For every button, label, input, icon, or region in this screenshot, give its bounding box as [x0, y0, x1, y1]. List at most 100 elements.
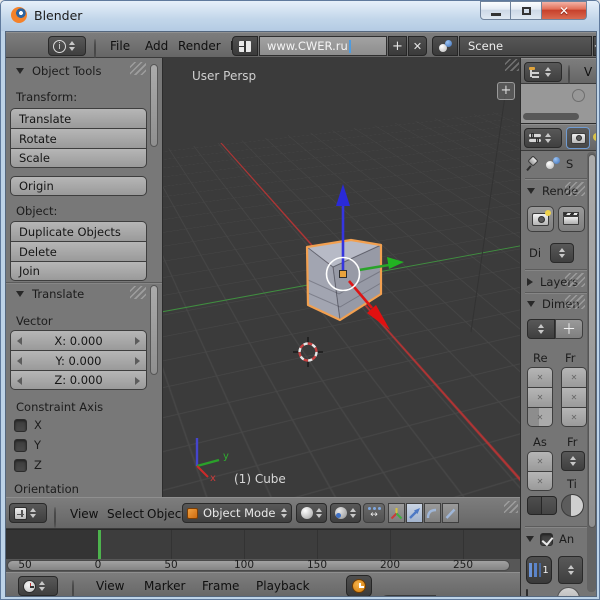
scene-browse-button[interactable] — [432, 36, 458, 56]
viewport-shading-dropdown[interactable] — [296, 503, 327, 523]
view3d-menu-object[interactable]: Object — [147, 507, 186, 521]
autokey-toggle-button[interactable] — [346, 575, 372, 597]
vector-z-field[interactable]: Z: 0.000 — [10, 370, 147, 390]
collapse-menus-icon[interactable] — [54, 507, 56, 528]
stepper-arrows-icon[interactable] — [30, 508, 36, 518]
panel-drag-grip[interactable] — [565, 273, 585, 287]
manipulator-rotate-button[interactable] — [424, 503, 441, 523]
manipulator-y-arrow[interactable] — [387, 257, 404, 269]
editor-type-selector-properties[interactable] — [524, 128, 562, 148]
fps-dropdown[interactable] — [561, 451, 585, 471]
render-image-button[interactable] — [527, 206, 554, 232]
duplicate-objects-button[interactable]: Duplicate Objects — [10, 221, 147, 241]
viewport-3d[interactable]: y x User Persp (1) Cube + — [162, 58, 520, 497]
outliner-hscrollbar[interactable] — [523, 113, 579, 120]
panel-collapse-icon[interactable] — [16, 68, 24, 74]
panel-collapse-icon[interactable] — [526, 536, 534, 542]
expand-properties-region-button[interactable]: + — [497, 82, 515, 100]
timeline-menu-view[interactable]: View — [96, 579, 124, 593]
screen-layout-browse-button[interactable] — [232, 36, 258, 56]
scale-button[interactable]: Scale — [10, 148, 147, 168]
collapse-menus-icon[interactable] — [568, 65, 570, 86]
render-tab[interactable] — [566, 127, 590, 149]
menu-file[interactable]: File — [110, 39, 130, 53]
panel-drag-grip[interactable] — [130, 286, 146, 299]
close-button[interactable]: ✕ — [542, 1, 587, 20]
editor-type-selector-info[interactable]: i — [48, 36, 86, 56]
time-remap-toggles[interactable] — [527, 496, 557, 515]
scene-tab-partial-icon[interactable] — [593, 133, 597, 141]
area-resize-grip[interactable] — [505, 59, 519, 71]
aa-samples-button[interactable]: 1 — [526, 556, 552, 584]
origin-button[interactable]: Origin — [10, 176, 147, 196]
manipulator-z-arrow[interactable] — [336, 184, 350, 206]
menu-render[interactable]: Render — [178, 39, 221, 53]
operator-panel-scrollbar[interactable] — [150, 285, 158, 375]
constraint-x-checkbox[interactable] — [14, 419, 27, 432]
panel-drag-grip[interactable] — [130, 62, 146, 75]
filter-dial-button[interactable]: ✕ — [557, 587, 580, 597]
stepper-arrows-icon[interactable] — [39, 581, 45, 591]
mode-dropdown[interactable]: Object Mode — [182, 503, 292, 523]
panel-collapse-icon[interactable] — [16, 291, 24, 297]
stepper-arrows-icon[interactable] — [545, 67, 551, 77]
rotate-button[interactable]: Rotate — [10, 128, 147, 148]
editor-type-selector-outliner[interactable] — [524, 62, 562, 82]
cursor-3d[interactable] — [293, 337, 323, 367]
timeline-track[interactable] — [6, 530, 520, 559]
minimize-button[interactable] — [480, 1, 511, 20]
manipulator-scale-button[interactable] — [442, 503, 459, 523]
aspect-fields[interactable]: ✕ ✕ — [527, 451, 553, 491]
panel-drag-grip[interactable] — [565, 295, 585, 309]
panel-collapse-icon[interactable] — [527, 188, 535, 194]
pin-icon[interactable] — [527, 156, 540, 171]
stepper-arrows-icon[interactable] — [545, 133, 551, 143]
frame-start-field[interactable]: Start: 1 — [378, 595, 436, 597]
view3d-menu-select[interactable]: Select — [107, 507, 144, 521]
pivot-point-dropdown[interactable] — [330, 503, 361, 523]
object-tools-panel-header[interactable]: Object Tools — [16, 64, 101, 78]
toolshelf-scrollbar[interactable] — [150, 64, 158, 147]
resolution-fields[interactable]: ✕ ✕ ✕ — [527, 367, 553, 427]
manipulator-toggle[interactable]: ↔ — [363, 503, 385, 523]
maximize-button[interactable] — [511, 1, 542, 20]
delete-layout-button[interactable]: ✕ — [408, 36, 427, 56]
timeline-menu-playback[interactable]: Playback — [256, 579, 310, 593]
add-layout-button[interactable]: + — [388, 36, 407, 56]
screen-layout-name-input[interactable]: www.CWER.ru — [259, 36, 387, 56]
scene-name-field[interactable]: Scene — [459, 36, 592, 56]
manipulator-axes-button[interactable] — [388, 503, 405, 523]
editor-type-selector-3dview[interactable] — [9, 503, 47, 523]
constraint-z-checkbox[interactable] — [14, 459, 27, 472]
antialias-panel-header[interactable]: An — [526, 532, 574, 546]
titlebar[interactable]: Blender ✕ — [1, 1, 600, 31]
area-resize-grip[interactable] — [504, 501, 518, 513]
collapse-menus-icon[interactable] — [94, 39, 96, 60]
display-dropdown[interactable] — [550, 243, 574, 263]
manipulator-translate-button[interactable] — [406, 503, 423, 523]
panel-collapse-icon[interactable] — [527, 301, 535, 307]
menu-add[interactable]: Add — [145, 39, 168, 53]
join-button[interactable]: Join — [10, 261, 147, 281]
panel-drag-grip[interactable] — [565, 182, 585, 196]
add-preset-button[interactable]: ＋ — [555, 319, 583, 339]
fps-dial-icon[interactable] — [561, 494, 584, 517]
add-scene-button[interactable]: + — [593, 36, 597, 56]
stepper-arrows-icon[interactable] — [69, 41, 75, 51]
panel-expand-icon[interactable] — [527, 278, 533, 286]
aa-samples-stepper[interactable] — [558, 556, 583, 584]
view3d-menu-view[interactable]: View — [70, 507, 98, 521]
properties-scroll-thumb[interactable] — [588, 154, 596, 528]
current-frame-marker[interactable] — [98, 530, 101, 559]
manipulator-x-arrow[interactable] — [367, 305, 390, 330]
translate-panel-header[interactable]: Translate — [16, 287, 84, 301]
scene-icon[interactable] — [546, 157, 560, 170]
timeline-menu-frame[interactable]: Frame — [202, 579, 239, 593]
vector-y-field[interactable]: Y: 0.000 — [10, 350, 147, 370]
constraint-y-checkbox[interactable] — [14, 439, 27, 452]
translate-button[interactable]: Translate — [10, 108, 147, 128]
vector-x-field[interactable]: X: 0.000 — [10, 330, 147, 350]
editor-type-selector-timeline[interactable] — [18, 576, 58, 596]
render-animation-button[interactable] — [558, 206, 585, 232]
collapse-menus-icon[interactable] — [72, 580, 74, 597]
